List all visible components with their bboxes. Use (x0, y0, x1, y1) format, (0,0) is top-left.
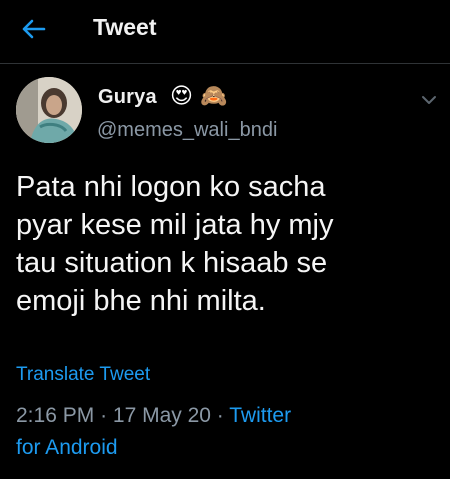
tweet-source-link[interactable]: Twitter (229, 404, 291, 427)
avatar[interactable] (16, 77, 82, 143)
tweet-text-line: pyar kese mil jata hy mjy (16, 209, 334, 241)
header-divider (0, 63, 450, 64)
meta-separator: · (216, 404, 230, 427)
arrow-left-icon[interactable] (18, 14, 48, 44)
see-no-evil-monkey-emoji-icon: 🙈 (200, 83, 228, 108)
author-handle[interactable]: @memes_wali_bndi (97, 119, 277, 142)
tweet-text-line: emoji bhe nhi milta. (16, 285, 266, 317)
tweet-time: 2:16 PM (16, 404, 95, 427)
tweet-source-link-cont[interactable]: for Android (16, 436, 118, 459)
translate-tweet-link[interactable]: Translate Tweet (16, 364, 150, 386)
page-title: Tweet (93, 14, 157, 40)
meta-separator: · (100, 404, 113, 427)
tweet-text: Pata nhi logon ko sacha pyar kese mil ja… (16, 168, 436, 320)
tweet-date: 17 May 20 (112, 404, 211, 427)
top-bar: Tweet (0, 0, 450, 58)
tweet-text-line: tau situation k hisaab se (16, 247, 328, 279)
chevron-down-icon[interactable] (420, 93, 438, 107)
author-name[interactable]: Gurya (98, 86, 157, 109)
avatar-image (16, 77, 82, 143)
heart-eyes-emoji-icon: 😍 (170, 83, 193, 108)
tweet-text-line: Pata nhi logon ko sacha (16, 171, 326, 203)
tweet-meta: 2:16 PM · 17 May 20 · Twitter for Androi… (16, 400, 436, 464)
